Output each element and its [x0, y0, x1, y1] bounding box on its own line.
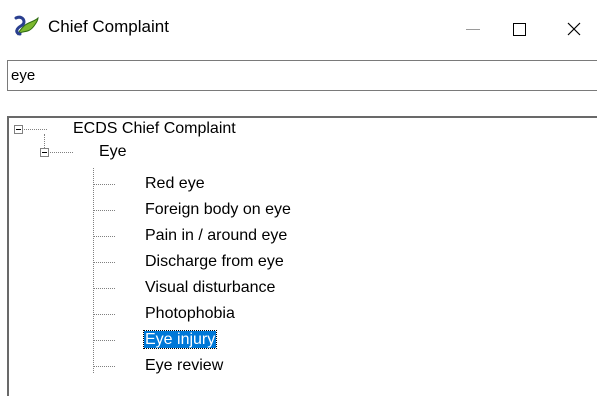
- tree-leaf-label: Visual disturbance: [145, 279, 276, 296]
- maximize-icon: [512, 22, 526, 36]
- tree-line: [93, 184, 115, 185]
- tree-node-label: ECDS Chief Complaint: [73, 120, 236, 137]
- tree-leaf-label: Pain in / around eye: [145, 227, 288, 244]
- title-bar[interactable]: Chief Complaint: [0, 0, 597, 58]
- tree-node-root[interactable]: ECDS Chief Complaint: [73, 119, 236, 139]
- tree-line: [93, 366, 115, 367]
- search-input[interactable]: [7, 60, 597, 91]
- tree-leaf-label: Red eye: [145, 175, 205, 192]
- tree-line: [93, 210, 115, 211]
- tree-leaf[interactable]: Discharge from eye: [145, 252, 284, 272]
- tree-line: [24, 129, 47, 130]
- window-title: Chief Complaint: [48, 17, 169, 36]
- tree-leaf[interactable]: Red eye: [145, 174, 205, 194]
- maximize-button[interactable]: [496, 0, 542, 58]
- minimize-icon: [466, 28, 480, 30]
- close-button[interactable]: [551, 0, 597, 58]
- tree-leaf-label: Photophobia: [145, 305, 235, 322]
- tree-leaf-selected[interactable]: Eye injury: [142, 330, 218, 350]
- tree-line: [93, 262, 115, 263]
- tree-leaf[interactable]: Visual disturbance: [145, 278, 275, 298]
- tree-leaf[interactable]: Foreign body on eye: [145, 200, 291, 220]
- tree-line: [93, 168, 94, 373]
- close-icon: [567, 22, 581, 36]
- tree-line: [93, 314, 115, 315]
- tree-line: [93, 340, 115, 341]
- tree-leaf-label: Eye injury: [142, 330, 218, 349]
- tree-line: [93, 288, 115, 289]
- collapse-icon[interactable]: [40, 148, 49, 157]
- tree-leaf[interactable]: Photophobia: [145, 304, 235, 324]
- tree-leaf-label: Foreign body on eye: [145, 201, 291, 218]
- collapse-icon[interactable]: [14, 125, 23, 134]
- minimize-button[interactable]: [450, 0, 496, 58]
- tree-leaf-label: Eye review: [145, 357, 224, 374]
- tree-node-eye[interactable]: Eye: [99, 142, 127, 162]
- tree-node-label: Eye: [99, 143, 127, 160]
- tree-leaf[interactable]: Pain in / around eye: [145, 226, 287, 246]
- app-icon: [14, 14, 40, 40]
- tree-line: [44, 134, 45, 148]
- tree-line: [93, 236, 115, 237]
- tree-line: [50, 152, 73, 153]
- tree-leaf-label: Discharge from eye: [145, 253, 284, 270]
- tree-leaf[interactable]: Eye review: [145, 356, 223, 376]
- complaint-tree[interactable]: ECDS Chief Complaint Eye Red eye Foreign…: [7, 116, 597, 396]
